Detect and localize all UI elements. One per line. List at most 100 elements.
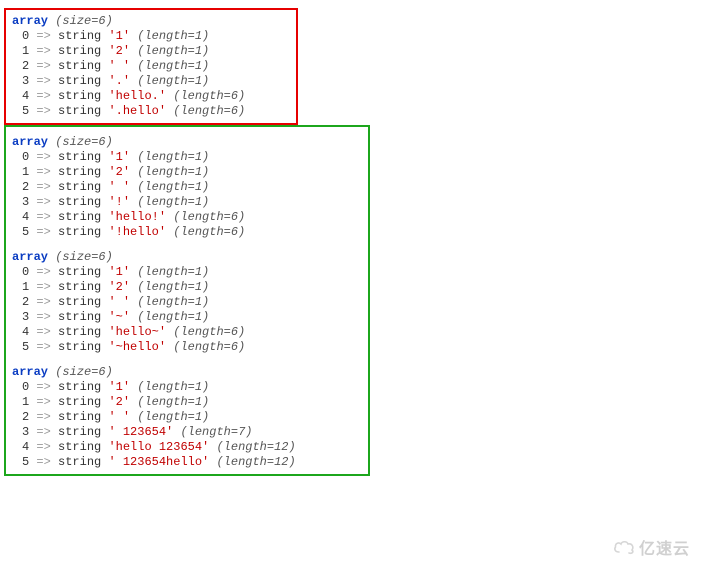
row-type: string (58, 180, 101, 194)
row-type: string (58, 195, 101, 209)
row-length: (length=6) (173, 210, 245, 224)
array-row: 1 => string '2' (length=1) (22, 44, 290, 59)
array-row: 2 => string ' ' (length=1) (22, 180, 362, 195)
row-type: string (58, 89, 101, 103)
row-type: string (58, 265, 101, 279)
arrow: => (36, 89, 50, 103)
arrow: => (36, 150, 50, 164)
row-value: '~' (108, 310, 130, 324)
row-type: string (58, 29, 101, 43)
array-items: 0 => string '1' (length=1)1 => string '2… (22, 150, 362, 240)
row-index: 1 (22, 395, 29, 409)
row-index: 2 (22, 295, 29, 309)
row-length: (length=6) (173, 104, 245, 118)
row-index: 3 (22, 310, 29, 324)
row-length: (length=1) (137, 280, 209, 294)
row-value: '!' (108, 195, 130, 209)
row-value: 'hello!' (108, 210, 166, 224)
row-type: string (58, 225, 101, 239)
row-index: 4 (22, 89, 29, 103)
row-index: 4 (22, 210, 29, 224)
row-type: string (58, 455, 101, 469)
array-row: 2 => string ' ' (length=1) (22, 59, 290, 74)
array-row: 1 => string '2' (length=1) (22, 395, 362, 410)
row-index: 1 (22, 44, 29, 58)
arrow: => (36, 44, 50, 58)
array-row: 5 => string '!hello' (length=6) (22, 225, 362, 240)
row-type: string (58, 325, 101, 339)
arrow: => (36, 295, 50, 309)
watermark: 亿速云 (613, 535, 690, 559)
row-type: string (58, 59, 101, 73)
row-length: (length=1) (137, 295, 209, 309)
row-length: (length=1) (137, 380, 209, 394)
arrow: => (36, 180, 50, 194)
row-type: string (58, 395, 101, 409)
row-length: (length=1) (137, 74, 209, 88)
row-value: '.' (108, 74, 130, 88)
arrow: => (36, 440, 50, 454)
row-type: string (58, 310, 101, 324)
array-row: 5 => string '.hello' (length=6) (22, 104, 290, 119)
row-index: 2 (22, 59, 29, 73)
row-value: '~hello' (108, 340, 166, 354)
arrow: => (36, 395, 50, 409)
array-block-red: array (size=6)0 => string '1' (length=1)… (4, 8, 298, 125)
row-value: '2' (108, 44, 130, 58)
arrow: => (36, 425, 50, 439)
row-length: (length=6) (173, 89, 245, 103)
row-value: '2' (108, 280, 130, 294)
array-row: 3 => string '~' (length=1) (22, 310, 362, 325)
array-row: 0 => string '1' (length=1) (22, 29, 290, 44)
row-length: (length=1) (137, 59, 209, 73)
arrow: => (36, 310, 50, 324)
arrow: => (36, 410, 50, 424)
row-type: string (58, 440, 101, 454)
array-header: array (size=6) (12, 250, 362, 265)
row-type: string (58, 44, 101, 58)
row-value: ' ' (108, 59, 130, 73)
array-block-green: array (size=6)0 => string '1' (length=1)… (4, 125, 370, 476)
row-length: (length=6) (173, 340, 245, 354)
array-header: array (size=6) (12, 135, 362, 150)
array-subblock: array (size=6)0 => string '1' (length=1)… (12, 135, 362, 240)
array-items: 0 => string '1' (length=1)1 => string '2… (22, 265, 362, 355)
array-row: 4 => string 'hello 123654' (length=12) (22, 440, 362, 455)
array-subblock: array (size=6)0 => string '1' (length=1)… (12, 365, 362, 470)
array-keyword: array (12, 14, 48, 28)
row-index: 5 (22, 455, 29, 469)
arrow: => (36, 210, 50, 224)
row-type: string (58, 74, 101, 88)
row-index: 3 (22, 74, 29, 88)
array-row: 2 => string ' ' (length=1) (22, 410, 362, 425)
arrow: => (36, 165, 50, 179)
row-value: '1' (108, 380, 130, 394)
array-size: (size=6) (55, 250, 113, 264)
row-index: 3 (22, 195, 29, 209)
row-value: ' 123654' (108, 425, 173, 439)
array-row: 5 => string ' 123654hello' (length=12) (22, 455, 362, 470)
array-size: (size=6) (55, 365, 113, 379)
row-index: 2 (22, 410, 29, 424)
row-value: 'hello.' (108, 89, 166, 103)
row-type: string (58, 150, 101, 164)
row-index: 4 (22, 440, 29, 454)
row-length: (length=6) (173, 225, 245, 239)
array-row: 0 => string '1' (length=1) (22, 380, 362, 395)
row-value: '1' (108, 150, 130, 164)
array-row: 2 => string ' ' (length=1) (22, 295, 362, 310)
array-row: 1 => string '2' (length=1) (22, 165, 362, 180)
row-length: (length=1) (137, 165, 209, 179)
row-value: '.hello' (108, 104, 166, 118)
row-index: 0 (22, 380, 29, 394)
array-row: 1 => string '2' (length=1) (22, 280, 362, 295)
row-index: 0 (22, 150, 29, 164)
array-row: 5 => string '~hello' (length=6) (22, 340, 362, 355)
row-type: string (58, 104, 101, 118)
row-type: string (58, 280, 101, 294)
row-index: 1 (22, 280, 29, 294)
row-value: ' ' (108, 295, 130, 309)
array-size: (size=6) (55, 14, 113, 28)
row-value: ' 123654hello' (108, 455, 209, 469)
arrow: => (36, 59, 50, 73)
